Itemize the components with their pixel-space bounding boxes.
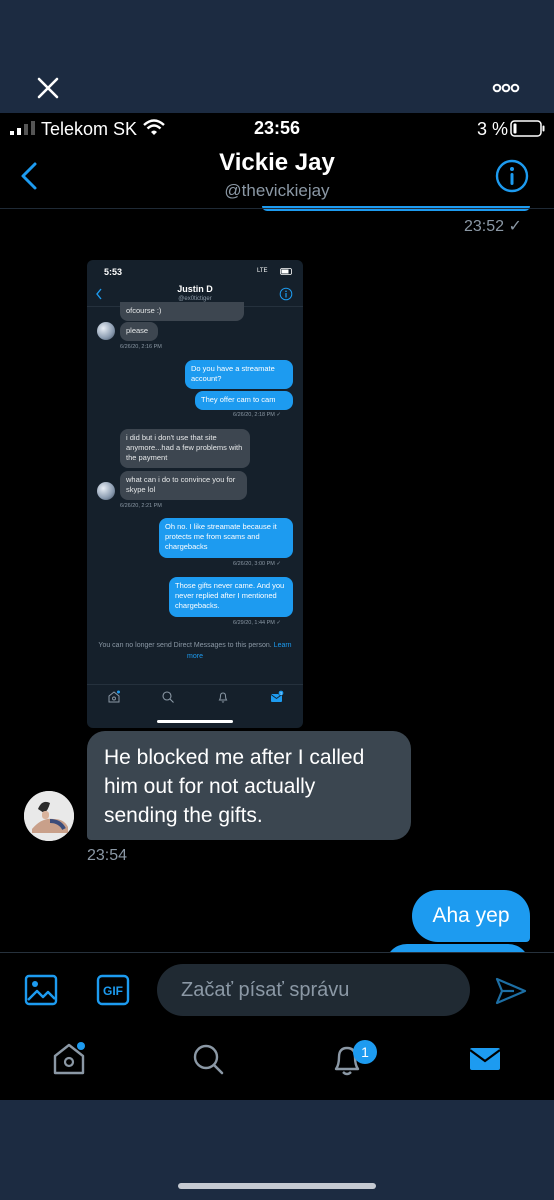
screenshot-notifications-icon [218, 692, 228, 703]
screenshot-message: i did but i don't use that site anymore.… [120, 429, 250, 468]
screenshot-avatar [97, 322, 115, 340]
info-icon[interactable] [495, 159, 529, 193]
screenshot-message: ofcourse :) [120, 302, 244, 321]
sent-message-bubble: Aha yep [412, 890, 530, 942]
composer-area: GIF 1 [0, 952, 554, 1100]
message-timestamp-sent: 23:52 ✓ [464, 218, 522, 235]
conversation-title: Vickie Jay [219, 149, 335, 176]
gif-label: GIF [103, 984, 123, 998]
screenshot-timestamp: 6/26/20, 2:18 PM ✓ [233, 412, 282, 418]
conversation-handle: @thevickiejay [224, 181, 330, 200]
screenshot-badge: 1 [280, 691, 282, 695]
screenshot-blocked-notice: You can no longer send Direct Messages t… [97, 640, 293, 662]
screenshot-message: Those gifts never came. And you never re… [169, 577, 293, 617]
screenshot-battery-icon [280, 268, 292, 275]
screenshot-title: Justin D [177, 284, 213, 294]
home-indicator[interactable] [178, 1183, 376, 1189]
gif-icon[interactable]: GIF [96, 974, 130, 1006]
screenshot-home-indicator [157, 720, 233, 723]
screenshot-message: Do you have a streamate account? [185, 360, 293, 389]
screenshot-timestamp: 6/26/20, 2:21 PM [120, 503, 162, 509]
message-input[interactable] [157, 964, 470, 1016]
screenshot-timestamp: 6/26/20, 2:16 PM [120, 344, 162, 350]
more-options-icon[interactable] [492, 78, 520, 98]
received-message-bubble: He blocked me after I called him out for… [87, 731, 411, 840]
screenshot-time: 5:53 [104, 267, 123, 277]
image-icon[interactable] [24, 974, 58, 1006]
image-viewer-top-bar [0, 0, 554, 113]
phone-screen: Telekom SK 23:56 3 % Vickie Jay @thevick… [0, 113, 554, 1100]
screenshot-messages-icon: 1 [270, 690, 284, 702]
screenshot-message: what can i do to convince you for skype … [120, 471, 247, 500]
screenshot-status-bar: 5:53 LTE [87, 260, 303, 282]
screenshot-info-icon [279, 287, 293, 301]
screenshot-tabbar-divider [87, 684, 303, 685]
header-divider [0, 208, 554, 209]
battery-percent: 3 % [477, 119, 509, 139]
status-bar: Telekom SK 23:56 3 % [0, 113, 554, 143]
close-icon[interactable] [36, 76, 60, 100]
shared-screenshot-image[interactable]: 5:53 LTE Justin D @ex0tictiger ofcourse … [87, 260, 303, 728]
screenshot-message: Oh no. I like streamate because it prote… [159, 518, 293, 558]
screenshot-message: please [120, 322, 158, 341]
battery-icon [510, 120, 545, 137]
home-notification-dot [77, 1042, 85, 1050]
screenshot-avatar [97, 482, 115, 500]
screenshot-network: LTE [257, 268, 268, 274]
screenshot-search-icon [162, 691, 174, 703]
avatar-image [24, 791, 74, 841]
messages-icon[interactable] [468, 1042, 502, 1076]
composer-divider [0, 952, 554, 953]
message-timestamp-received: 23:54 [87, 847, 128, 864]
send-icon[interactable] [494, 976, 528, 1006]
notification-badge: 1 [353, 1040, 377, 1064]
avatar[interactable] [24, 791, 74, 841]
screenshot-home-icon [108, 690, 120, 703]
screenshot-notice-text: You can no longer send Direct Messages t… [98, 642, 272, 649]
screenshot-message: They offer cam to cam [195, 391, 293, 410]
search-icon[interactable] [191, 1042, 225, 1076]
screenshot-timestamp: 6/26/20, 3:00 PM ✓ [233, 561, 282, 567]
screenshot-timestamp: 6/29/20, 1:44 PM ✓ [233, 620, 282, 626]
status-time: 23:56 [253, 118, 301, 138]
conversation-header: Vickie Jay @thevickiejay [0, 143, 554, 209]
